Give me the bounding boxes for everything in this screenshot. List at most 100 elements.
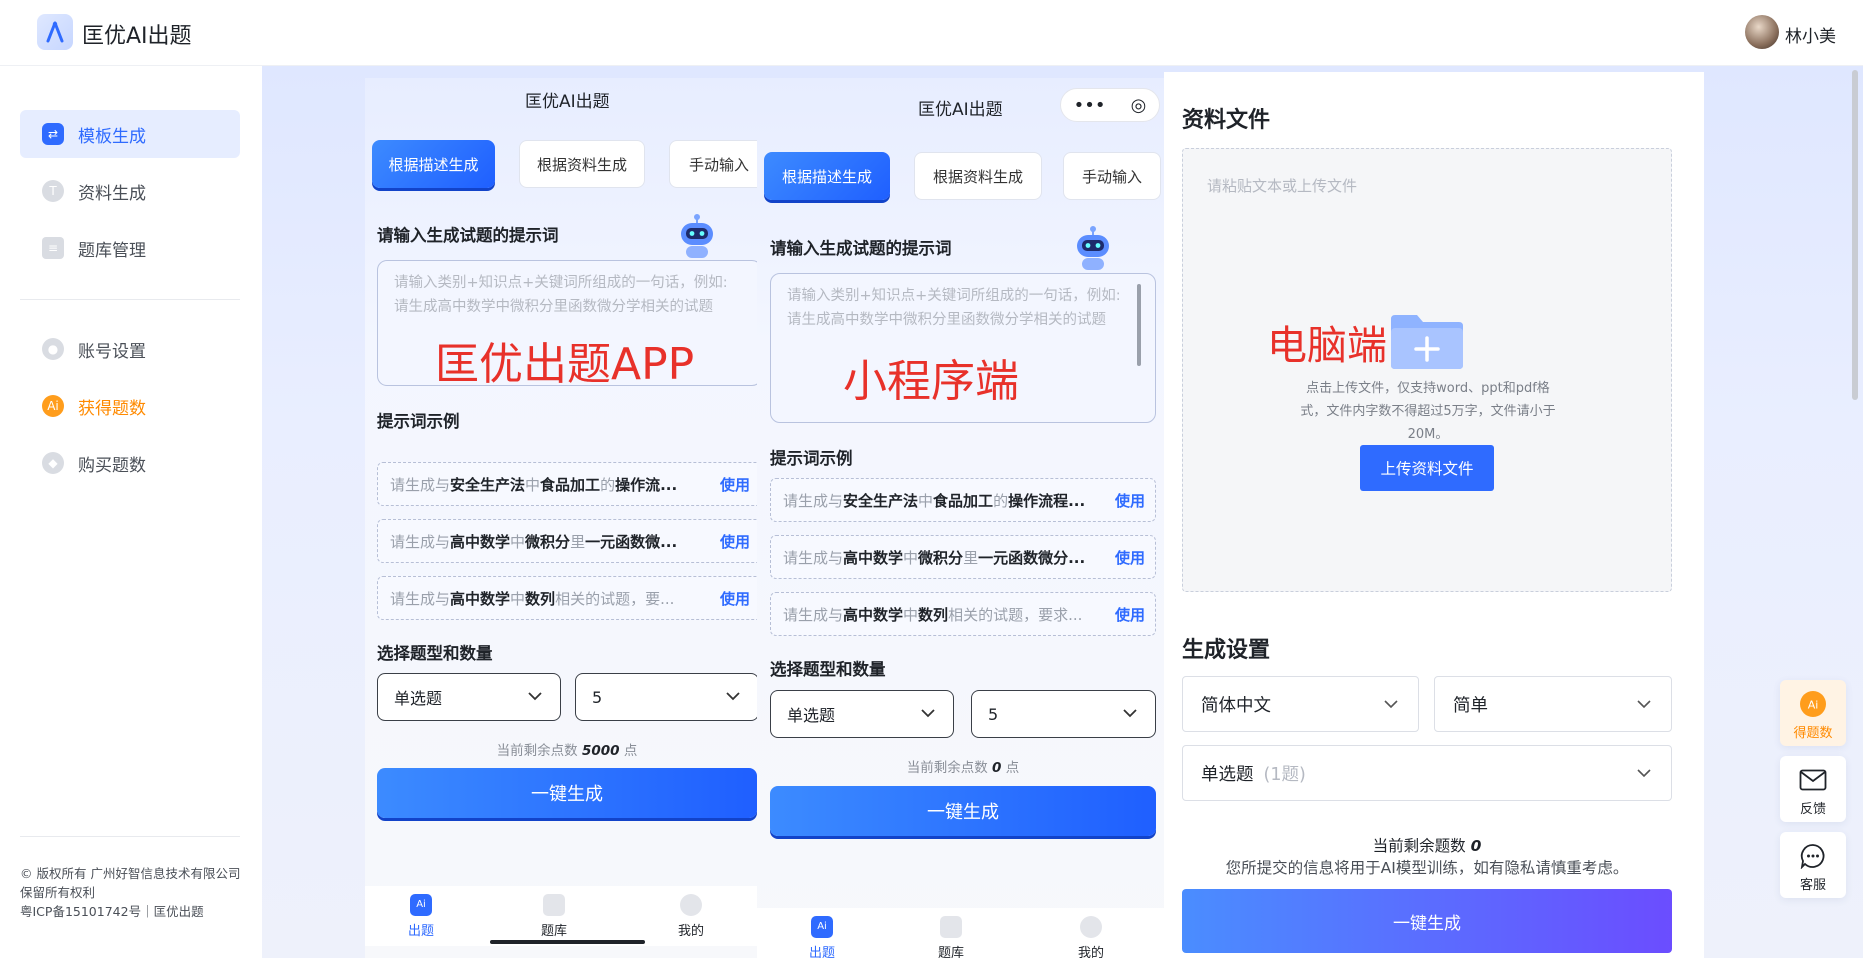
sidebar-item-account-settings[interactable]: ● 账号设置: [20, 325, 240, 373]
language-value: 简体中文: [1201, 695, 1271, 716]
prompt-example-row[interactable]: 请生成与 高中数学中微积分里一元函数微... 使用: [377, 519, 757, 563]
prompt-example-row[interactable]: 请生成与 高中数学中数列 相关的试题，要求... 使用: [770, 592, 1156, 636]
close-miniprogram-icon[interactable]: ◎: [1131, 95, 1147, 116]
use-example-button[interactable]: 使用: [713, 588, 750, 609]
examples-section-title: 提示词示例: [770, 449, 853, 468]
desktop-overlay-label: 电脑端: [1267, 323, 1387, 369]
chevron-down-icon: [726, 692, 740, 701]
question-count-select[interactable]: 5: [575, 673, 757, 721]
sidebar-item-buy-questions[interactable]: ◆ 购买题数: [20, 439, 240, 487]
rights-line: 保留所有权利: [20, 885, 96, 900]
use-example-button[interactable]: 使用: [1108, 604, 1145, 625]
ai-questions-icon: Ai: [811, 916, 833, 938]
sidebar-item-label: 资料生成: [78, 183, 146, 204]
feedback-float-button[interactable]: 反馈: [1780, 756, 1846, 822]
use-example-button[interactable]: 使用: [1108, 490, 1145, 511]
ai-coin-icon: Ai: [42, 395, 64, 417]
customer-service-float-button[interactable]: 客服: [1780, 832, 1846, 898]
generate-button[interactable]: 一键生成: [377, 768, 757, 818]
prompt-example-row[interactable]: 请生成与 高中数学中数列 相关的试题，要... 使用: [377, 576, 757, 620]
chat-icon: [1799, 842, 1827, 870]
miniprogram-capsule[interactable]: ••• ◎: [1060, 88, 1160, 122]
question-count-select[interactable]: 5: [971, 690, 1156, 738]
question-type-select[interactable]: 单选题 (1题): [1182, 745, 1672, 801]
more-icon[interactable]: •••: [1074, 95, 1106, 116]
app-screenshot-panel: 匡优AI出题 根据描述生成 根据资料生成 手动输入 请输入生成试题的提示词 请输…: [365, 78, 757, 958]
question-count-value: (1题): [1263, 764, 1306, 785]
user-avatar[interactable]: [1745, 15, 1779, 49]
chevron-down-icon: [1123, 709, 1137, 718]
nav-item-mine[interactable]: 我的: [661, 894, 721, 939]
question-type-select[interactable]: 单选题: [377, 673, 561, 721]
upload-file-button[interactable]: 上传资料文件: [1360, 445, 1494, 491]
username[interactable]: 林小美: [1785, 22, 1836, 47]
difficulty-select[interactable]: 简单: [1434, 676, 1672, 732]
sidebar-divider: [20, 299, 240, 300]
bank-icon: [940, 916, 962, 938]
tab-material-generate[interactable]: 根据资料生成: [519, 140, 645, 188]
privacy-notice: 您所提交的信息将用于AI模型训练，如有隐私请慎重考虑。: [1225, 859, 1629, 877]
earn-questions-float-button[interactable]: Ai 得题数: [1780, 680, 1846, 746]
tab-manual-input[interactable]: 手动输入: [669, 140, 757, 188]
icp-line[interactable]: 粤ICP备15101742号｜匡优出题: [20, 902, 242, 921]
robot-icon: [1077, 226, 1109, 270]
mail-icon: [1799, 766, 1827, 794]
use-example-button[interactable]: 使用: [713, 531, 750, 552]
copyright-line: © 版权所有 广州好智信息技术有限公司: [20, 866, 241, 881]
sidebar: ⇄ 模板生成 T 资料生成 ≡ 题库管理 ● 账号设置 Ai 获得题数 ◆ 购买…: [0, 66, 262, 958]
nav-item-questions[interactable]: Ai 出题: [391, 894, 451, 939]
tab-describe-generate[interactable]: 根据描述生成: [764, 152, 890, 200]
sidebar-item-material-generate[interactable]: T 资料生成: [20, 167, 240, 215]
home-indicator: [490, 940, 645, 944]
remaining-points: 当前剩余点数 0 点: [906, 760, 1020, 776]
use-example-button[interactable]: 使用: [1108, 547, 1145, 568]
upload-placeholder: 请粘贴文本或上传文件: [1207, 177, 1358, 195]
page-scrollbar[interactable]: [1852, 70, 1858, 400]
nav-item-question-bank[interactable]: 题库: [921, 916, 981, 958]
type-section-title: 选择题型和数量: [377, 644, 493, 663]
nav-item-question-bank[interactable]: 题库: [524, 894, 584, 939]
question-type-select[interactable]: 单选题: [770, 690, 954, 738]
prompt-example-row[interactable]: 请生成与 安全生产法中食品加工的操作流程... 使用: [770, 478, 1156, 522]
generate-button[interactable]: 一键生成: [770, 786, 1156, 836]
robot-icon: [681, 214, 713, 258]
sidebar-item-label: 获得题数: [78, 398, 146, 419]
sidebar-item-label: 题库管理: [78, 240, 146, 261]
desktop-panel: 资料文件 请粘贴文本或上传文件 电脑端 点击上传文件，仅支持word、ppt和p…: [1164, 72, 1704, 958]
prompt-section-title: 请输入生成试题的提示词: [770, 239, 952, 258]
float-label: 客服: [1799, 878, 1826, 893]
bottom-nav: Ai 出题 题库 我的: [757, 908, 1164, 958]
files-section-title: 资料文件: [1182, 108, 1271, 133]
app-logo-icon[interactable]: [37, 14, 73, 50]
prompt-example-row[interactable]: 请生成与 安全生产法中食品加工的操作流... 使用: [377, 462, 757, 506]
sidebar-item-earn-questions[interactable]: Ai 获得题数: [20, 382, 240, 430]
question-type-value: 单选题: [1201, 764, 1254, 785]
folder-upload-icon[interactable]: [1389, 313, 1465, 371]
copyright-footer: © 版权所有 广州好智信息技术有限公司 保留所有权利 粤ICP备15101742…: [20, 864, 242, 921]
use-example-button[interactable]: 使用: [713, 474, 750, 495]
sidebar-item-template-generate[interactable]: ⇄ 模板生成: [20, 110, 240, 158]
sidebar-item-question-bank[interactable]: ≡ 题库管理: [20, 224, 240, 272]
user-icon: ●: [42, 338, 64, 360]
material-upload-area[interactable]: 请粘贴文本或上传文件 电脑端 点击上传文件，仅支持word、ppt和pdf格式，…: [1182, 148, 1672, 592]
tab-manual-input[interactable]: 手动输入: [1063, 152, 1161, 200]
prompt-example-row[interactable]: 请生成与 高中数学中微积分里一元函数微分... 使用: [770, 535, 1156, 579]
question-count-value: 5: [592, 687, 603, 707]
phone-title: 匡优AI出题: [918, 100, 1003, 120]
language-select[interactable]: 简体中文: [1182, 676, 1419, 732]
nav-item-mine[interactable]: 我的: [1061, 916, 1121, 958]
document-icon: T: [42, 180, 64, 202]
upload-hint: 点击上传文件，仅支持word、ppt和pdf格式，文件内字数不得超过5万字，文件…: [1300, 381, 1556, 442]
chevron-down-icon: [1637, 700, 1651, 709]
type-section-title: 选择题型和数量: [770, 660, 886, 679]
prompt-section-title: 请输入生成试题的提示词: [377, 226, 559, 245]
tab-describe-generate[interactable]: 根据描述生成: [372, 140, 495, 188]
generate-button[interactable]: 一键生成: [1182, 889, 1672, 953]
nav-item-questions[interactable]: Ai 出题: [792, 916, 852, 958]
tab-material-generate[interactable]: 根据资料生成: [914, 152, 1042, 200]
ai-coin-icon: Ai: [1799, 690, 1827, 718]
question-type-value: 单选题: [394, 689, 443, 708]
bank-icon: [543, 894, 565, 916]
prompt-scrollbar[interactable]: [1137, 284, 1141, 366]
svg-text:Ai: Ai: [1808, 699, 1819, 712]
